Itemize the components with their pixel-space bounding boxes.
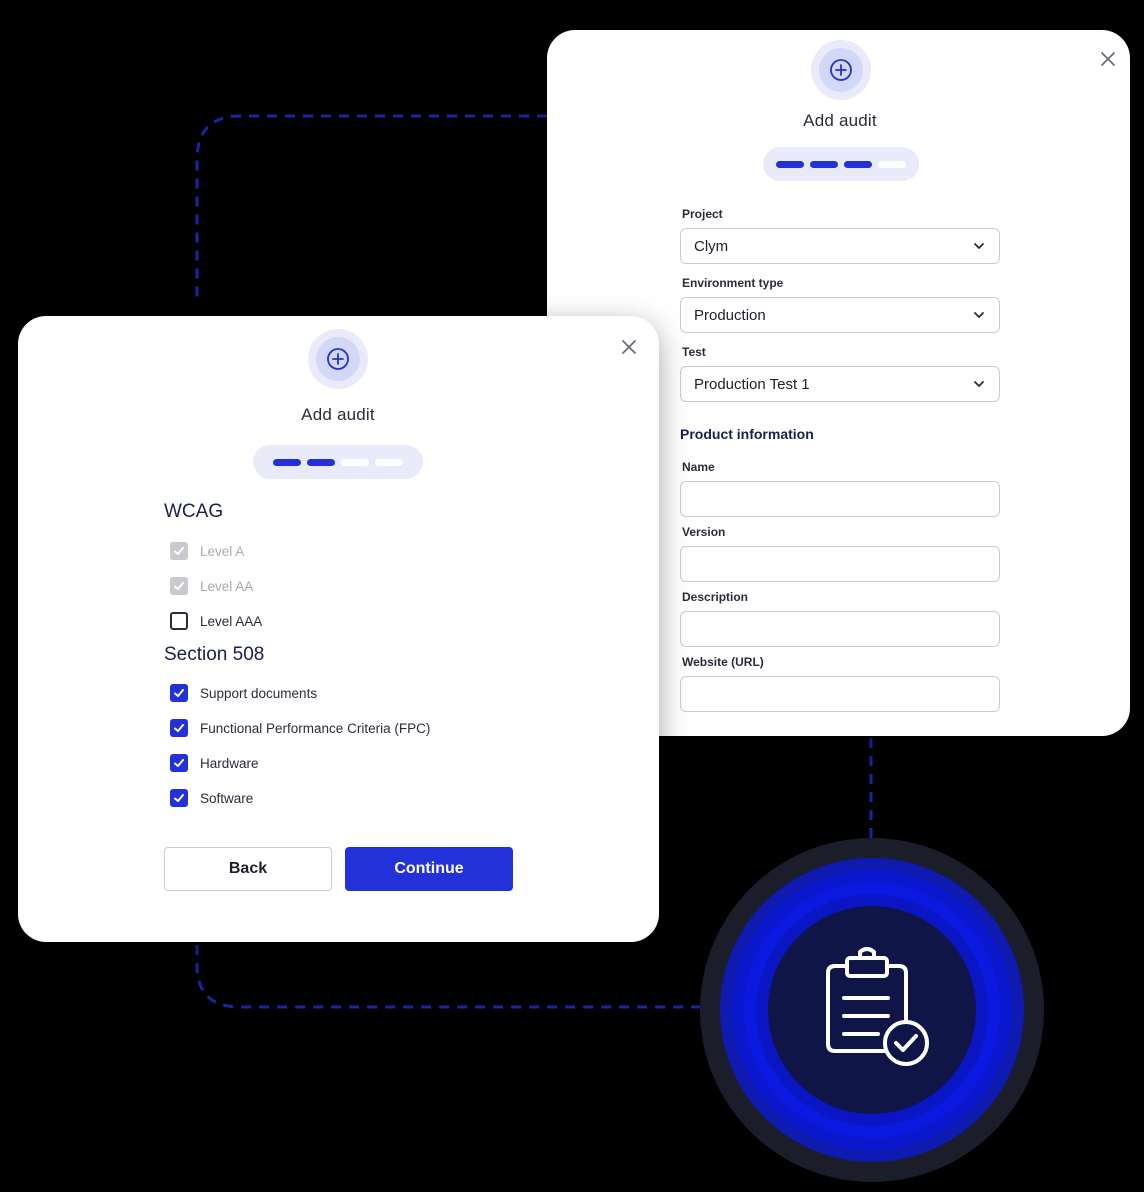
support-documents-checkbox[interactable]: Support documents	[170, 684, 317, 702]
wcag-title: WCAG	[164, 501, 224, 522]
dialog-title: Add audit	[301, 405, 375, 424]
checkmark-icon	[174, 794, 184, 802]
chevron-down-icon	[974, 381, 984, 387]
checkbox-label: Hardware	[200, 755, 259, 771]
checkbox-label: Support documents	[200, 685, 318, 701]
continue-button[interactable]: Continue	[345, 847, 513, 891]
dialog-title: Add audit	[803, 111, 877, 130]
version-input[interactable]	[680, 546, 1000, 582]
product-information-heading: Product information	[680, 426, 814, 442]
checkbox-label: Level AA	[200, 578, 254, 594]
environment-type-label: Environment type	[682, 276, 784, 290]
checkbox-box	[170, 684, 188, 702]
description-label: Description	[682, 590, 749, 604]
project-select[interactable]: Clym	[680, 228, 1000, 264]
add-audit-badge	[811, 40, 871, 100]
checkbox-box	[170, 542, 188, 560]
chevron-down-icon	[974, 312, 984, 318]
step-1	[273, 458, 301, 466]
checkbox-box	[170, 754, 188, 772]
project-label: Project	[682, 207, 723, 221]
step-3	[341, 458, 369, 466]
software-checkbox[interactable]: Software	[170, 789, 253, 807]
checkbox-box	[170, 789, 188, 807]
progress-stepper	[763, 147, 919, 181]
website-input[interactable]	[680, 676, 1000, 712]
step-2	[307, 458, 335, 466]
checkbox-label: Software	[200, 790, 254, 806]
test-select[interactable]: Production Test 1	[680, 366, 1000, 402]
version-label: Version	[682, 525, 726, 539]
name-input[interactable]	[680, 481, 1000, 517]
environment-type-value: Production	[694, 306, 766, 324]
checkmark-icon	[174, 547, 184, 555]
close-button[interactable]	[1096, 47, 1120, 71]
add-audit-dialog-step2: Add audit WCAG Level A Level AA Level AA…	[18, 316, 659, 942]
step-3	[844, 160, 872, 168]
hardware-checkbox[interactable]: Hardware	[170, 754, 259, 772]
section-508-title: Section 508	[164, 644, 265, 665]
plus-circle-icon	[327, 348, 349, 370]
close-icon	[622, 340, 636, 354]
checkbox-box	[170, 612, 188, 630]
environment-type-select[interactable]: Production	[680, 297, 1000, 333]
add-audit-badge	[308, 329, 368, 389]
checkbox-label: Functional Performance Criteria (FPC)	[200, 720, 431, 736]
checkmark-icon	[174, 582, 184, 590]
wcag-level-a-checkbox: Level A	[170, 542, 244, 560]
checkmark-icon	[174, 724, 184, 732]
website-label: Website (URL)	[682, 655, 764, 669]
plus-circle-icon	[830, 59, 852, 81]
step-4	[878, 160, 906, 168]
progress-stepper	[253, 445, 423, 479]
close-button[interactable]	[617, 335, 641, 359]
chevron-down-icon	[974, 243, 984, 249]
description-input[interactable]	[680, 611, 1000, 647]
step-2	[810, 160, 838, 168]
checkbox-box	[170, 577, 188, 595]
step-1	[776, 160, 804, 168]
fpc-checkbox[interactable]: Functional Performance Criteria (FPC)	[170, 719, 430, 737]
test-label: Test	[682, 345, 706, 359]
wcag-level-aaa-checkbox[interactable]: Level AAA	[170, 612, 262, 630]
audit-emblem	[700, 838, 1044, 1182]
wcag-level-aa-checkbox: Level AA	[170, 577, 253, 595]
checkbox-label: Level A	[200, 543, 245, 559]
close-icon	[1101, 52, 1115, 66]
step-4	[375, 458, 403, 466]
checkbox-label: Level AAA	[200, 613, 263, 629]
checkmark-icon	[174, 689, 184, 697]
checkbox-box	[170, 719, 188, 737]
back-button[interactable]: Back	[164, 847, 332, 891]
checkmark-icon	[174, 759, 184, 767]
name-label: Name	[682, 460, 715, 474]
project-value: Clym	[694, 237, 729, 255]
test-value: Production Test 1	[694, 375, 810, 393]
